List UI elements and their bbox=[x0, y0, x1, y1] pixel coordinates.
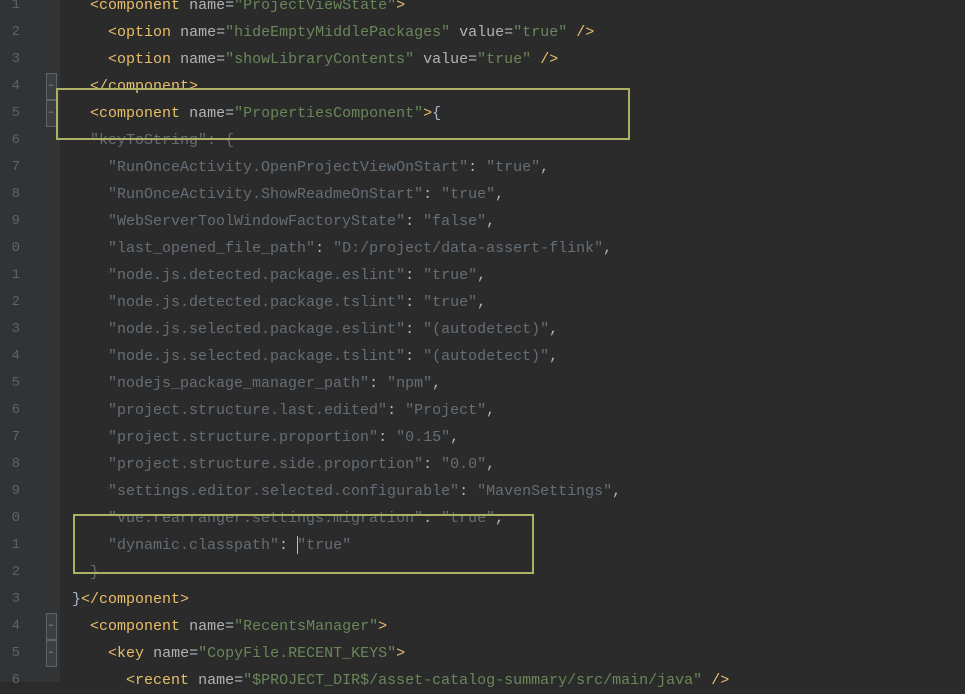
code-line[interactable]: <component name="PropertiesComponent">{ bbox=[72, 100, 965, 127]
line-number: 0 bbox=[0, 505, 20, 532]
code-content[interactable]: <component name="ProjectViewState"> <opt… bbox=[60, 0, 965, 674]
fold-toggle-icon[interactable]: − bbox=[46, 613, 57, 640]
code-line[interactable]: <recent name="$PROJECT_DIR$/asset-catalo… bbox=[72, 667, 965, 694]
code-line[interactable]: "node.js.selected.package.tslint": "(aut… bbox=[72, 343, 965, 370]
code-line[interactable]: "RunOnceActivity.ShowReadmeOnStart": "tr… bbox=[72, 181, 965, 208]
code-line[interactable]: "RunOnceActivity.OpenProjectViewOnStart"… bbox=[72, 154, 965, 181]
fold-markers: −−−− bbox=[44, 0, 58, 694]
line-number: 5 bbox=[0, 640, 20, 667]
line-number: 8 bbox=[0, 451, 20, 478]
line-number: 4 bbox=[0, 613, 20, 640]
line-numbers: 12345678901234567890123456 bbox=[0, 0, 20, 694]
line-number: 5 bbox=[0, 370, 20, 397]
code-line[interactable]: "node.js.detected.package.eslint": "true… bbox=[72, 262, 965, 289]
code-line[interactable]: } bbox=[72, 559, 965, 586]
line-number: 9 bbox=[0, 478, 20, 505]
code-line[interactable]: "settings.editor.selected.configurable":… bbox=[72, 478, 965, 505]
code-line[interactable]: "dynamic.classpath": "true" bbox=[72, 532, 965, 559]
code-line[interactable]: "project.structure.side.proportion": "0.… bbox=[72, 451, 965, 478]
line-number: 3 bbox=[0, 586, 20, 613]
line-number: 3 bbox=[0, 316, 20, 343]
code-line[interactable]: }</component> bbox=[72, 586, 965, 613]
line-number: 3 bbox=[0, 46, 20, 73]
code-line[interactable]: "node.js.detected.package.tslint": "true… bbox=[72, 289, 965, 316]
line-number: 9 bbox=[0, 208, 20, 235]
line-number: 0 bbox=[0, 235, 20, 262]
code-line[interactable]: <component name="ProjectViewState"> bbox=[72, 0, 965, 19]
code-line[interactable]: <key name="CopyFile.RECENT_KEYS"> bbox=[72, 640, 965, 667]
line-number: 6 bbox=[0, 667, 20, 694]
fold-toggle-icon[interactable]: − bbox=[46, 640, 57, 667]
code-line[interactable]: "project.structure.last.edited": "Projec… bbox=[72, 397, 965, 424]
line-number: 1 bbox=[0, 532, 20, 559]
code-line[interactable]: "WebServerToolWindowFactoryState": "fals… bbox=[72, 208, 965, 235]
code-line[interactable]: "nodejs_package_manager_path": "npm", bbox=[72, 370, 965, 397]
code-line[interactable]: </component> bbox=[72, 73, 965, 100]
line-number: 2 bbox=[0, 19, 20, 46]
fold-toggle-icon[interactable]: − bbox=[46, 100, 57, 127]
code-line[interactable]: <option name="showLibraryContents" value… bbox=[72, 46, 965, 73]
line-number: 2 bbox=[0, 559, 20, 586]
line-number: 4 bbox=[0, 343, 20, 370]
line-number: 2 bbox=[0, 289, 20, 316]
fold-toggle-icon[interactable]: − bbox=[46, 73, 57, 100]
line-number: 8 bbox=[0, 181, 20, 208]
gutter: 12345678901234567890123456 −−−− bbox=[0, 0, 60, 682]
line-number: 6 bbox=[0, 397, 20, 424]
code-line[interactable]: "node.js.selected.package.eslint": "(aut… bbox=[72, 316, 965, 343]
line-number: 7 bbox=[0, 154, 20, 181]
code-line[interactable]: "vue.rearranger.settings.migration": "tr… bbox=[72, 505, 965, 532]
line-number: 4 bbox=[0, 73, 20, 100]
code-editor[interactable]: 12345678901234567890123456 −−−− <compone… bbox=[0, 0, 965, 682]
line-number: 5 bbox=[0, 100, 20, 127]
line-number: 7 bbox=[0, 424, 20, 451]
code-line[interactable]: "project.structure.proportion": "0.15", bbox=[72, 424, 965, 451]
line-number: 1 bbox=[0, 0, 20, 19]
code-line[interactable]: <component name="RecentsManager"> bbox=[72, 613, 965, 640]
line-number: 1 bbox=[0, 262, 20, 289]
code-line[interactable]: "keyToString": { bbox=[72, 127, 965, 154]
code-line[interactable]: <option name="hideEmptyMiddlePackages" v… bbox=[72, 19, 965, 46]
code-line[interactable]: "last_opened_file_path": "D:/project/dat… bbox=[72, 235, 965, 262]
line-number: 6 bbox=[0, 127, 20, 154]
